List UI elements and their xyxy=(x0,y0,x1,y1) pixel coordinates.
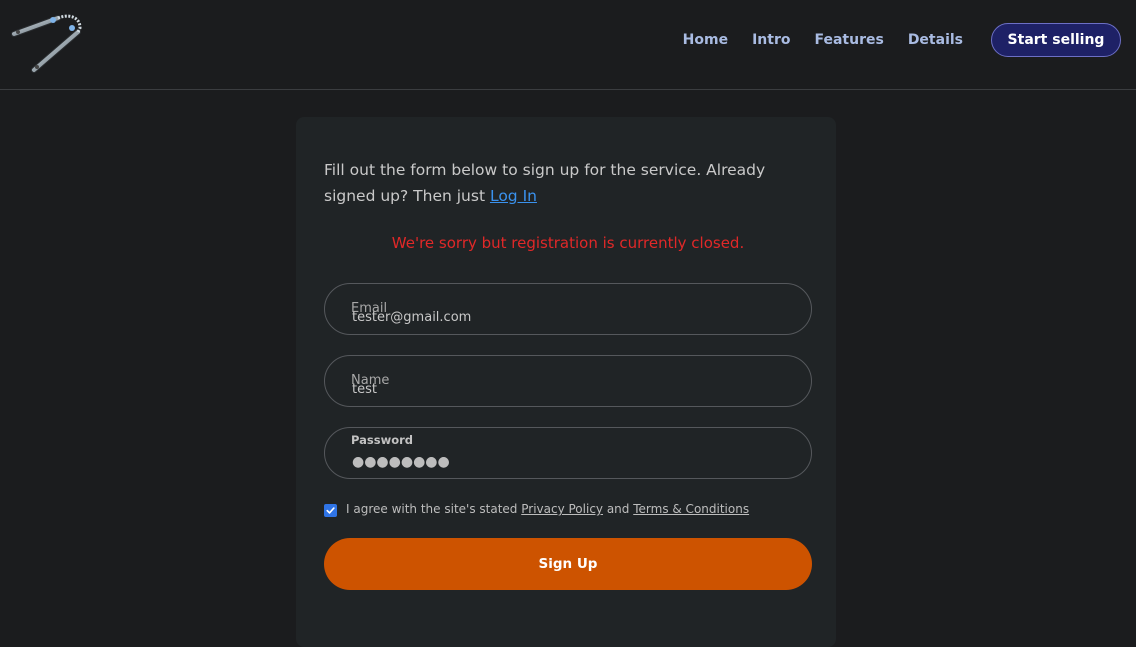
login-link[interactable]: Log In xyxy=(490,187,537,205)
agree-and-text: and xyxy=(603,502,634,516)
signup-card: Fill out the form below to sign up for t… xyxy=(296,117,836,647)
site-logo[interactable] xyxy=(8,12,88,76)
terms-conditions-link[interactable]: Terms & Conditions xyxy=(633,502,749,516)
password-field[interactable]: Password ●●●●●●●● xyxy=(324,427,812,479)
password-input[interactable]: ●●●●●●●● xyxy=(352,454,772,470)
sign-up-button[interactable]: Sign Up xyxy=(324,538,812,590)
agree-checkbox[interactable] xyxy=(324,504,337,517)
start-selling-button[interactable]: Start selling xyxy=(991,23,1121,57)
terms-agreement: I agree with the site's stated Privacy P… xyxy=(324,501,824,517)
site-header: Home Intro Features Details Start sellin… xyxy=(0,0,1136,90)
intro-text: Fill out the form below to sign up for t… xyxy=(324,161,766,205)
name-input[interactable] xyxy=(352,382,772,397)
checkmark-icon xyxy=(326,507,335,514)
nav-home-link[interactable]: Home xyxy=(683,32,728,48)
password-label: Password xyxy=(351,433,413,447)
email-field[interactable]: Email xyxy=(324,283,812,335)
main-nav: Home Intro Features Details Start sellin… xyxy=(683,23,1121,57)
registration-closed-error: We're sorry but registration is currentl… xyxy=(391,234,745,252)
nav-intro-link[interactable]: Intro xyxy=(752,32,790,48)
privacy-policy-link[interactable]: Privacy Policy xyxy=(521,502,603,516)
logo-icon xyxy=(11,14,82,73)
signup-intro: Fill out the form below to sign up for t… xyxy=(324,157,814,209)
nav-features-link[interactable]: Features xyxy=(814,32,883,48)
email-input[interactable] xyxy=(352,310,772,325)
agree-text: I agree with the site's stated xyxy=(346,502,522,516)
name-field[interactable]: Name xyxy=(324,355,812,407)
nav-details-link[interactable]: Details xyxy=(908,32,963,48)
